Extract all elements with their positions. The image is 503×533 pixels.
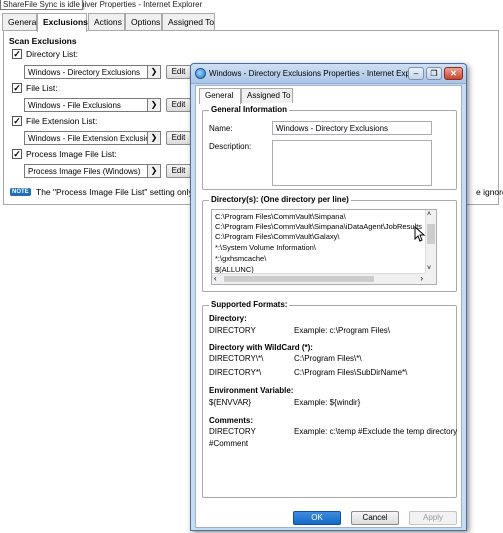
tab-actions[interactable]: Actions: [88, 13, 125, 31]
file-list-checkbox[interactable]: ✓: [12, 83, 22, 93]
vertical-scrollbar[interactable]: ˄ ˅: [425, 210, 436, 273]
file-extension-list-checkbox[interactable]: ✓: [12, 116, 22, 126]
scan-exclusions-heading: Scan Exclusions: [9, 36, 77, 46]
dialog-tab-assigned-to[interactable]: Assigned To: [241, 88, 293, 103]
directory-list-edit-button[interactable]: Edit: [166, 65, 191, 79]
description-field[interactable]: [272, 140, 432, 186]
format-example: Example: c:\temp #Exclude the temp direc…: [294, 427, 458, 436]
chevron-down-icon: ❯: [147, 165, 160, 177]
directories-group: Directory(s): (One directory per line) C…: [202, 195, 457, 292]
scroll-down-icon[interactable]: ˅: [427, 265, 431, 272]
tab-exclusions[interactable]: Exclusions: [37, 13, 88, 32]
directory-list-checkbox[interactable]: ✓: [12, 49, 22, 59]
format-heading: Environment Variable:: [209, 386, 294, 395]
process-image-list-edit-button[interactable]: Edit: [166, 164, 191, 178]
scroll-right-icon[interactable]: ›: [420, 274, 423, 283]
format-pattern: #Comment: [209, 439, 249, 448]
supported-formats-group: Supported Formats: Directory: DIRECTORY …: [202, 300, 458, 498]
file-extension-list-label: File Extension List:: [26, 116, 98, 126]
file-list-value: Windows - File Exclusions: [28, 101, 121, 110]
directory-list-label: Directory List:: [26, 49, 78, 59]
tab-assigned-to[interactable]: Assigned To: [162, 13, 215, 31]
general-information-group: General Information Name: Windows - Dire…: [202, 105, 457, 190]
process-image-list-label: Process Image File List:: [26, 149, 117, 159]
dialog-title-bar[interactable]: Windows - Directory Exclusions Propertie…: [191, 64, 466, 84]
scroll-left-icon[interactable]: ‹: [214, 274, 217, 283]
file-list-label: File List:: [26, 83, 58, 93]
scrollbar-thumb[interactable]: [427, 224, 435, 244]
format-pattern: DIRECTORY: [209, 427, 256, 436]
tab-general[interactable]: General: [2, 13, 38, 31]
scrollbar-corner: [425, 273, 436, 284]
mouse-cursor-icon: [414, 226, 426, 242]
dialog-content: General Assigned To General Information …: [195, 85, 462, 528]
background-window-title: hiver Properties - Internet Explorer: [80, 0, 203, 9]
ok-button[interactable]: OK: [293, 511, 341, 525]
process-image-list-select[interactable]: Process Image Files (Windows) ❯: [24, 164, 161, 178]
supported-formats-legend: Supported Formats:: [209, 300, 290, 309]
apply-button[interactable]: Apply: [409, 511, 457, 525]
note-text-tail: e ignored: [476, 187, 503, 197]
file-extension-list-select[interactable]: Windows - File Extension Exclusions ❯: [24, 131, 161, 145]
directory-list-select[interactable]: Windows - Directory Exclusions ❯: [24, 65, 161, 79]
minimize-button[interactable]: –: [408, 67, 424, 80]
file-extension-list-edit-button[interactable]: Edit: [166, 131, 191, 145]
note-text: The "Process Image File List" setting on…: [36, 187, 205, 197]
directory-line: *:\System Volume Information\: [215, 243, 316, 252]
description-label: Description:: [209, 142, 252, 151]
format-pattern: DIRECTORY*\: [209, 368, 262, 377]
internet-explorer-icon: [195, 68, 206, 79]
directories-legend: Directory(s): (One directory per line): [209, 195, 351, 204]
note-badge: NOTE: [10, 188, 31, 196]
sync-status-tooltip: ShareFile Sync is idle: [0, 0, 83, 10]
directory-exclusions-dialog: Windows - Directory Exclusions Propertie…: [190, 63, 467, 531]
format-heading: Directory with WildCard (*):: [209, 343, 313, 352]
process-image-list-value: Process Image Files (Windows): [28, 167, 141, 176]
dialog-tab-general[interactable]: General: [199, 88, 241, 104]
format-pattern: ${ENVVAR}: [209, 398, 252, 407]
process-image-list-checkbox[interactable]: ✓: [12, 149, 22, 159]
file-extension-list-value: Windows - File Extension Exclusions: [28, 134, 159, 143]
file-list-edit-button[interactable]: Edit: [166, 98, 191, 112]
format-example: Example: c:\Program Files\: [294, 326, 391, 335]
format-example: C:\Program Files\*\: [294, 354, 362, 363]
file-list-select[interactable]: Windows - File Exclusions ❯: [24, 98, 161, 112]
directory-line: C:\Program Files\CommVault\Galaxy\: [215, 232, 340, 241]
directory-list-value: Windows - Directory Exclusions: [28, 68, 141, 77]
directory-line: C:\Program Files\CommVault\Simpana\iData…: [215, 222, 423, 231]
background-title-bar: ShareFile Sync is idle hiver Properties …: [0, 0, 503, 10]
format-pattern: DIRECTORY: [209, 326, 256, 335]
directory-line: C:\Program Files\CommVault\Simpana\: [215, 212, 346, 221]
format-heading: Directory:: [209, 314, 247, 323]
name-label: Name:: [209, 124, 233, 133]
horizontal-scrollbar[interactable]: ‹ ›: [212, 273, 425, 284]
restore-button[interactable]: ❐: [426, 67, 442, 80]
directory-list-textarea[interactable]: C:\Program Files\CommVault\Simpana\ C:\P…: [211, 209, 437, 285]
close-button[interactable]: ✕: [444, 67, 463, 80]
cancel-button[interactable]: Cancel: [351, 511, 399, 525]
name-field[interactable]: Windows - Directory Exclusions: [272, 121, 432, 135]
chevron-down-icon: ❯: [147, 132, 160, 144]
scroll-up-icon[interactable]: ˄: [427, 211, 431, 218]
general-information-legend: General Information: [209, 105, 290, 114]
tab-options[interactable]: Options: [125, 13, 162, 31]
dialog-title: Windows - Directory Exclusions Propertie…: [209, 69, 419, 78]
horizontal-scrollbar-thumb[interactable]: [224, 276, 374, 282]
format-example: Example: ${windir}: [294, 398, 361, 407]
chevron-down-icon: ❯: [147, 99, 160, 111]
chevron-down-icon: ❯: [147, 66, 160, 78]
format-example: C:\Program Files\SubDirName*\: [294, 368, 408, 377]
format-heading: Comments:: [209, 416, 254, 425]
directory-line: *:\gxhsmcache\: [215, 254, 267, 263]
format-pattern: DIRECTORY\*\: [209, 354, 264, 363]
